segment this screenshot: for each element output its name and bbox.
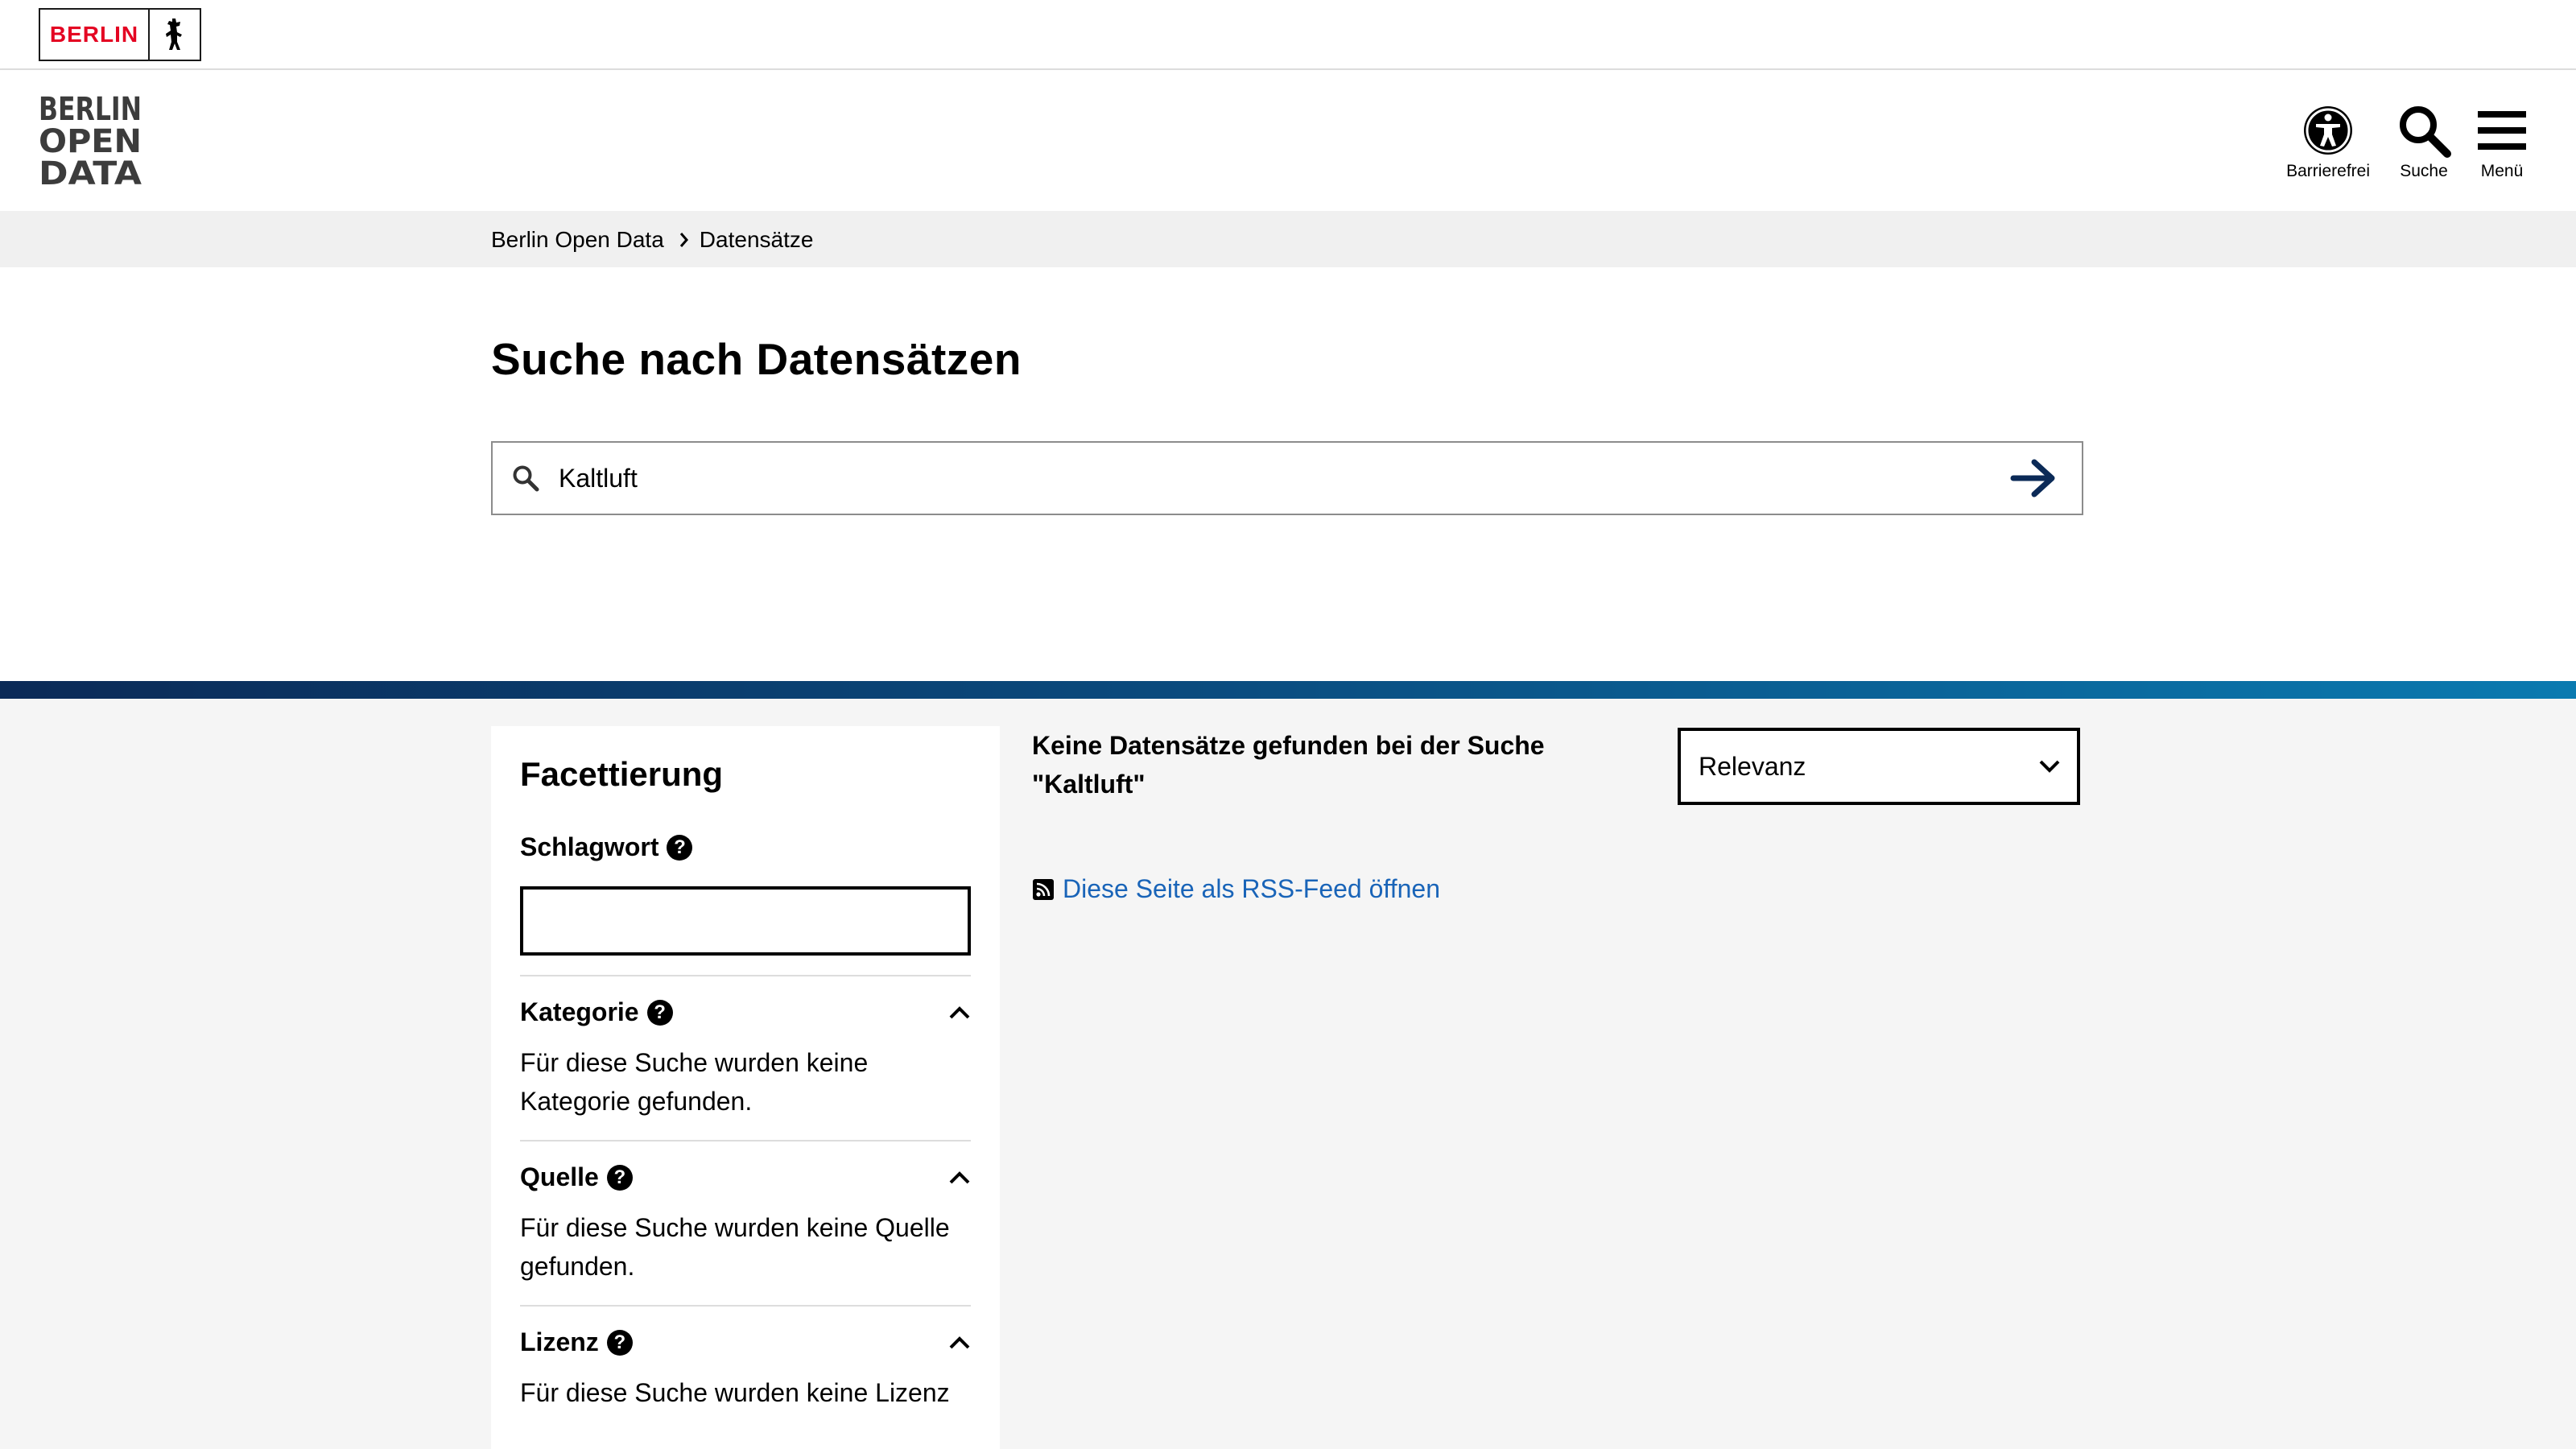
search-icon	[2396, 102, 2452, 159]
facet-toggle-category[interactable]: Kategorie ?	[520, 997, 971, 1027]
facet-panel: Facettierung Schlagwort ? Kategorie ? Fü…	[491, 726, 1000, 1449]
breadcrumb-band: Berlin Open Data Datensätze	[0, 211, 2576, 267]
dataset-search-box	[491, 441, 2083, 515]
facet-toggle-source[interactable]: Quelle ?	[520, 1162, 971, 1192]
search-submit-button[interactable]	[1985, 443, 2082, 514]
menu-icon	[2478, 102, 2526, 159]
breadcrumb: Berlin Open Data Datensätze	[491, 227, 813, 253]
keyword-label-text: Schlagwort	[520, 832, 659, 861]
rss-feed-link[interactable]: Diese Seite als RSS-Feed öffnen	[1032, 874, 1440, 904]
source-empty-text: Für diese Suche wurden keine Quelle gefu…	[520, 1213, 950, 1281]
help-icon[interactable]: ?	[606, 1164, 633, 1191]
help-icon[interactable]: ?	[667, 834, 693, 861]
category-label-text: Kategorie	[520, 997, 639, 1026]
sort-select[interactable]: Relevanz	[1678, 728, 2080, 805]
gradient-divider	[0, 681, 2576, 699]
facet-group-source: Quelle ? Für diese Suche wurden keine Qu…	[520, 1140, 971, 1286]
svg-text:DATA: DATA	[39, 155, 142, 186]
search-field-icon	[493, 464, 559, 492]
license-facet-label: Lizenz ?	[520, 1327, 633, 1357]
page-title: Suche nach Datensätzen	[491, 334, 1022, 384]
accessibility-icon	[2301, 102, 2355, 159]
keyword-facet-label: Schlagwort ?	[520, 832, 971, 862]
accessibility-button[interactable]: Barrierefrei	[2286, 102, 2370, 181]
site-header: BERLIN OPEN DATA Barrierefrei Suche Menü	[0, 70, 2576, 211]
rss-link-text: Diese Seite als RSS-Feed öffnen	[1063, 874, 1440, 903]
arrow-right-icon	[2010, 459, 2055, 497]
chevron-up-icon	[949, 1335, 970, 1348]
no-results-message: Keine Datensätze gefunden bei der Suche …	[1032, 731, 1545, 799]
source-label-text: Quelle	[520, 1162, 599, 1191]
keyword-input[interactable]	[520, 886, 971, 956]
search-section: Suche nach Datensätzen	[0, 267, 2576, 681]
chevron-up-icon	[949, 1005, 970, 1018]
berlin-bear-icon	[148, 10, 200, 60]
top-bar: BERLIN	[0, 0, 2576, 70]
license-label-text: Lizenz	[520, 1327, 599, 1356]
menu-label: Menü	[2480, 162, 2524, 180]
facet-group-category: Kategorie ? Für diese Suche wurden keine…	[520, 975, 971, 1121]
header-search-button[interactable]: Suche	[2396, 102, 2452, 181]
search-label: Suche	[2400, 162, 2448, 180]
facet-panel-title: Facettierung	[520, 755, 724, 793]
license-empty-text: Für diese Suche wurden keine Lizenz	[520, 1378, 950, 1407]
rss-icon	[1032, 878, 1055, 901]
chevron-right-icon	[679, 231, 690, 249]
chevron-up-icon	[949, 1170, 970, 1183]
help-icon[interactable]: ?	[646, 999, 673, 1026]
chevron-down-icon	[2039, 760, 2060, 773]
sort-selected-value: Relevanz	[1699, 751, 1806, 781]
help-icon[interactable]: ?	[606, 1329, 633, 1356]
breadcrumb-home-link[interactable]: Berlin Open Data	[491, 227, 664, 253]
breadcrumb-current: Datensätze	[699, 227, 814, 252]
accessibility-label: Barrierefrei	[2286, 162, 2370, 180]
berlin-logo-text: BERLIN	[49, 22, 139, 47]
category-facet-label: Kategorie ?	[520, 997, 673, 1027]
berlin-logo[interactable]: BERLIN	[39, 8, 201, 61]
menu-button[interactable]: Menü	[2478, 102, 2526, 181]
source-facet-label: Quelle ?	[520, 1162, 633, 1192]
category-empty-text: Für diese Suche wurden keine Kategorie g…	[520, 1048, 869, 1116]
facet-toggle-license[interactable]: Lizenz ?	[520, 1327, 971, 1357]
search-input[interactable]	[559, 463, 1985, 493]
berlin-open-data-logo[interactable]: BERLIN OPEN DATA	[39, 91, 145, 192]
facet-group-license: Lizenz ? Für diese Suche wurden keine Li…	[520, 1305, 971, 1412]
